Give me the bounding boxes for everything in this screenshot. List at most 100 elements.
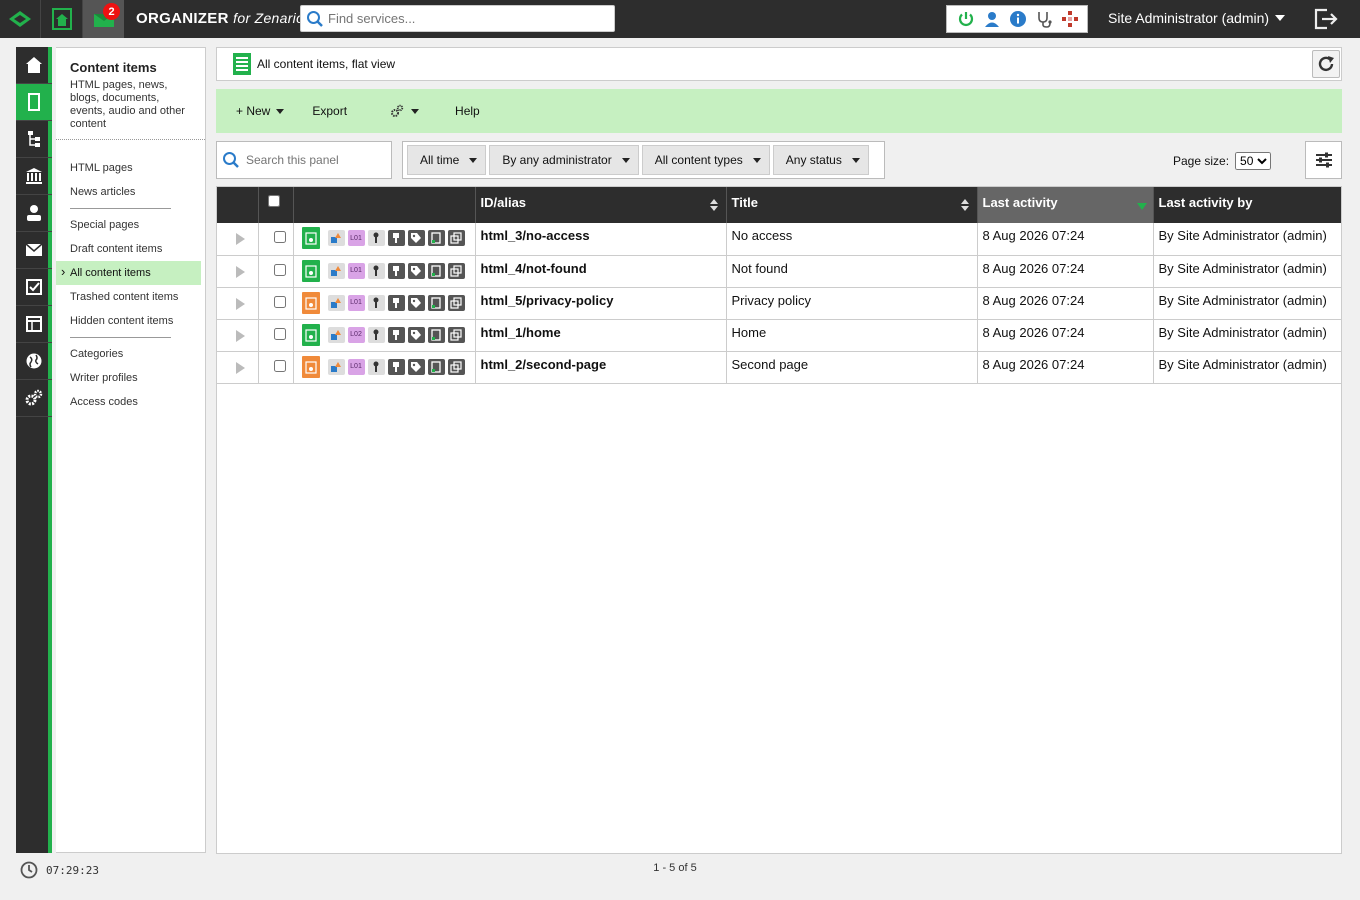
- header-last-activity-by[interactable]: Last activity by: [1153, 187, 1341, 223]
- table-row[interactable]: L01 html_3/no-access No access 8 Aug 202…: [217, 223, 1341, 256]
- actions-menu-button[interactable]: [379, 96, 429, 126]
- document-icon: [427, 358, 445, 375]
- notification-badge: 2: [103, 3, 120, 20]
- column-settings-button[interactable]: [1305, 141, 1342, 179]
- nav-item-access-codes[interactable]: Access codes: [56, 390, 201, 414]
- rail-organization[interactable]: [16, 158, 52, 195]
- nav-item-news-articles[interactable]: News articles: [56, 180, 201, 204]
- header-title[interactable]: Title: [726, 187, 978, 223]
- rail-layouts[interactable]: [16, 306, 52, 343]
- rail-menu-tree[interactable]: [16, 121, 52, 158]
- nav-item-all-content-items[interactable]: All content items: [56, 260, 201, 285]
- services-search-input[interactable]: [328, 7, 608, 30]
- admin-menu[interactable]: Site Administrator (admin): [1108, 10, 1286, 26]
- rail-home[interactable]: [16, 47, 52, 84]
- privacy-key-icon: [367, 230, 385, 246]
- tag-icon: [407, 230, 425, 246]
- row-select-cell: [258, 287, 294, 320]
- table-row[interactable]: L01 html_4/not-found Not found 8 Aug 202…: [217, 255, 1341, 288]
- export-button[interactable]: Export: [302, 96, 357, 126]
- row-expand-cell[interactable]: [217, 223, 259, 256]
- table-row[interactable]: L02 html_1/home Home 8 Aug 2026 07:24 By…: [217, 319, 1341, 352]
- translation-icon: [327, 358, 345, 375]
- row-expand-cell[interactable]: [217, 255, 259, 288]
- panel-search[interactable]: [216, 141, 392, 179]
- rail-email[interactable]: [16, 232, 52, 269]
- sort-descending-icon: [1136, 203, 1147, 210]
- row-alias: html_3/no-access: [475, 223, 727, 256]
- info-icon[interactable]: [1007, 8, 1029, 30]
- new-button[interactable]: + New: [226, 96, 294, 126]
- rail-configuration[interactable]: [16, 380, 52, 417]
- divider: [70, 337, 171, 338]
- tag-icon: [407, 326, 425, 343]
- section-description: HTML pages, news, blogs, documents, even…: [70, 79, 185, 130]
- expand-arrow-icon[interactable]: [236, 233, 245, 245]
- panel-search-input[interactable]: [246, 153, 386, 167]
- content-status-icon: [301, 259, 320, 282]
- row-title: Not found: [726, 255, 978, 288]
- header-last-activity[interactable]: Last activity: [977, 187, 1154, 223]
- row-checkbox[interactable]: [273, 263, 286, 276]
- support-icon[interactable]: [981, 8, 1003, 30]
- refresh-icon: [1318, 56, 1334, 72]
- help-button[interactable]: Help: [445, 96, 490, 126]
- nav-item-trashed-content-items[interactable]: Trashed content items: [56, 285, 201, 309]
- zenario-logo[interactable]: [0, 0, 40, 38]
- row-checkbox[interactable]: [273, 231, 286, 243]
- expand-arrow-icon[interactable]: [236, 265, 245, 278]
- refresh-button[interactable]: [1312, 50, 1340, 78]
- power-icon[interactable]: [955, 8, 977, 30]
- row-expand-cell[interactable]: [217, 287, 259, 320]
- chevron-down-icon: [276, 108, 285, 114]
- filter-admin[interactable]: By any administrator: [489, 145, 639, 175]
- filters-group: All time By any administrator All conten…: [402, 141, 885, 179]
- row-expand-cell[interactable]: [217, 319, 259, 352]
- logout-button[interactable]: [1310, 4, 1342, 34]
- header-expand: [217, 187, 259, 223]
- row-checkbox[interactable]: [273, 327, 286, 340]
- select-all-checkbox[interactable]: [267, 195, 280, 207]
- nav-item-html-pages[interactable]: HTML pages: [56, 156, 201, 180]
- privacy-key-icon: [367, 262, 385, 279]
- expand-arrow-icon[interactable]: [236, 361, 245, 374]
- table-row[interactable]: L01 html_5/privacy-policy Privacy policy…: [217, 287, 1341, 320]
- nav-item-hidden-content-items[interactable]: Hidden content items: [56, 309, 201, 333]
- page-size-select[interactable]: 50: [1235, 152, 1272, 170]
- rail-users[interactable]: [16, 195, 52, 232]
- filter-content-types[interactable]: All content types: [641, 145, 770, 175]
- header-alias[interactable]: ID/alias: [475, 187, 727, 223]
- expand-arrow-icon[interactable]: [236, 329, 245, 342]
- document-icon: [427, 294, 445, 311]
- document-icon: [427, 326, 445, 343]
- translation-icon: [327, 230, 345, 246]
- filter-status[interactable]: Any status: [772, 145, 869, 175]
- nav-item-special-pages[interactable]: Special pages: [56, 213, 201, 237]
- duplicate-icon: [447, 294, 465, 311]
- front-end-button[interactable]: [40, 0, 82, 38]
- nav-item-writer-profiles[interactable]: Writer profiles: [56, 366, 201, 390]
- rail-tasks[interactable]: [16, 269, 52, 306]
- table-row[interactable]: L01 html_2/second-page Second page 8 Aug…: [217, 351, 1341, 384]
- row-select-cell: [258, 351, 294, 384]
- chevron-down-icon: [1275, 15, 1286, 21]
- sitemap-icon[interactable]: [1059, 8, 1081, 30]
- row-checkbox[interactable]: [273, 359, 286, 372]
- diagnostics-icon[interactable]: [1033, 8, 1055, 30]
- nav-item-categories[interactable]: Categories: [56, 342, 201, 366]
- row-checkbox[interactable]: [273, 295, 286, 308]
- services-search[interactable]: [300, 5, 615, 32]
- sort-icon: [960, 199, 969, 211]
- user-icon: [27, 205, 41, 221]
- filter-time[interactable]: All time: [407, 145, 487, 175]
- row-icons-cell: L01: [293, 351, 476, 384]
- row-expand-cell[interactable]: [217, 351, 259, 384]
- rail-languages[interactable]: [16, 343, 52, 380]
- content-icon: [28, 93, 40, 111]
- nav-item-draft-content-items[interactable]: Draft content items: [56, 237, 201, 261]
- rail-content[interactable]: [16, 84, 52, 121]
- organizer-button[interactable]: 2: [82, 0, 124, 38]
- expand-arrow-icon[interactable]: [236, 297, 245, 310]
- sliders-icon: [1315, 152, 1332, 168]
- translation-icon: [327, 294, 345, 311]
